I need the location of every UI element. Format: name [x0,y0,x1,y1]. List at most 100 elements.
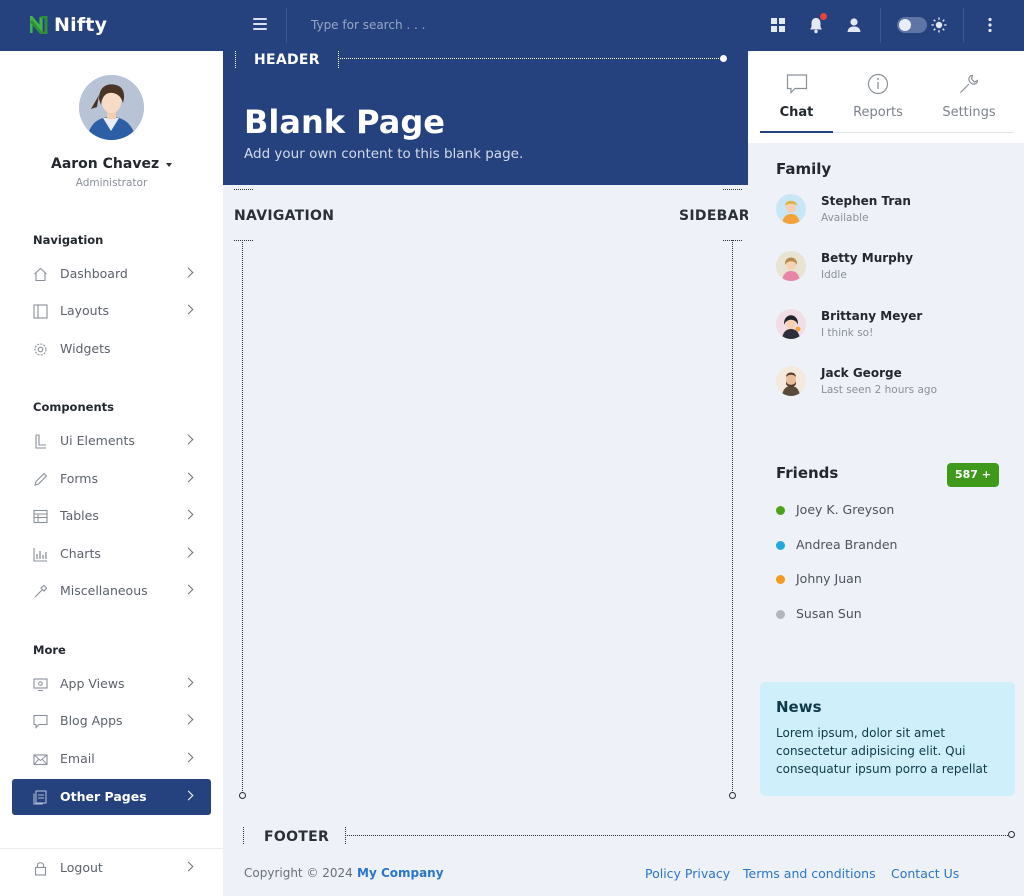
brand[interactable]: Nifty [30,14,107,36]
guide-line [243,827,244,844]
wrench-icon [960,74,979,93]
terms-link[interactable]: Terms and conditions [743,866,876,881]
user-name[interactable]: Aaron Chavez [51,156,159,172]
nav-section-title: More [33,643,66,657]
sidebar-item-miscellaneous[interactable]: Miscellaneous [12,573,211,609]
guide-line [340,58,721,59]
user-avatar-image [79,75,144,140]
sidebar-item-label: Blog Apps [60,713,123,728]
sidebar-item-ui-elements[interactable]: Ui Elements [12,423,211,459]
sidebar-item-dashboard[interactable]: Dashboard [12,256,211,292]
contact-status: Iddle [821,269,847,281]
contact-name: Stephen Tran [821,194,911,208]
guide-endpoint [729,792,736,799]
sidebar-item-label: Tables [60,508,99,523]
contact-us-link[interactable]: Contact Us [891,866,959,881]
sidebar-item-label: Dashboard [60,266,128,281]
notification-dot [820,13,827,20]
footer-region-label: FOOTER [264,829,330,845]
divider [880,8,881,43]
ui-elements-icon [35,434,46,449]
status-dot [776,610,785,619]
more-vertical-icon[interactable] [981,16,999,34]
tab-label: Settings [942,105,996,120]
guide-endpoint [720,55,727,62]
contact-name: Jack George [821,366,902,380]
chevron-right-icon [183,434,194,445]
menu-icon[interactable] [253,18,267,32]
friend-name: Andrea Branden [796,537,898,552]
chevron-right-icon [183,472,194,483]
chevron-right-icon [183,509,194,520]
contact-item[interactable]: Brittany Meyer I think so! [776,309,1006,353]
left-sidebar: Aaron Chavez Administrator Navigation Da… [0,51,223,896]
chevron-right-icon [183,861,194,872]
sidebar-item-charts[interactable]: Charts [12,536,211,572]
sidebar-item-label: Charts [60,546,101,561]
sidebar-item-blog-apps[interactable]: Blog Apps [12,703,211,739]
chat-icon [786,74,807,94]
header-region-label: HEADER [254,52,320,68]
top-bar: Nifty [0,0,1024,51]
sidebar-item-layouts[interactable]: Layouts [12,293,211,329]
sidebar-item-label: Email [60,751,95,766]
sidebar-item-other-pages[interactable]: Other Pages [12,779,211,815]
chevron-down-icon[interactable] [166,163,172,167]
sidebar-item-email[interactable]: Email [12,741,211,777]
sidebar-item-tables[interactable]: Tables [12,498,211,534]
page-header: Blank Page Add your own content to this … [223,51,748,185]
chevron-right-icon [183,267,194,278]
mail-icon [33,754,48,766]
pages-icon [33,790,47,805]
tab-settings[interactable]: Settings [934,51,1004,135]
notifications-button[interactable] [807,13,827,34]
policy-privacy-link[interactable]: Policy Privacy [645,866,730,881]
nav-section-title: Components [33,400,114,414]
chevron-right-icon [183,677,194,688]
divider [963,8,964,43]
nav-section-title: Navigation [33,233,104,247]
contact-status: Available [821,212,869,224]
divider [286,8,287,43]
page-title: Blank Page [244,103,445,141]
guide-line [235,51,236,68]
friend-name: Johny Juan [796,571,862,586]
page-subtitle: Add your own content to this blank page. [244,146,524,162]
widget-gear-icon [34,343,47,356]
tab-chat[interactable]: Chat [760,51,833,135]
contact-item[interactable]: Jack George Last seen 2 hours ago [776,366,1006,410]
sidebar-item-widgets[interactable]: Widgets [12,331,211,367]
friend-name: Susan Sun [796,606,862,621]
news-card: News Lorem ipsum, dolor sit amet consect… [760,682,1015,796]
sidebar-item-label: Forms [60,471,99,486]
company-link[interactable]: My Company [357,866,444,880]
guide-line [345,827,346,844]
friends-title: Friends [776,464,839,482]
chevron-right-icon [183,547,194,558]
contact-item[interactable]: Betty Murphy Iddle [776,251,1006,295]
contact-item[interactable]: Stephen Tran Available [776,194,1006,238]
nifty-logo-icon [30,16,48,34]
guide-line [347,835,1008,836]
search-input[interactable] [300,10,600,40]
theme-toggle[interactable] [897,17,927,33]
sidebar-item-app-views[interactable]: App Views [12,666,211,702]
sidebar-region-label: SIDEBAR [679,208,750,224]
divider [0,848,223,849]
active-tab-indicator [760,131,833,133]
contact-status: Last seen 2 hours ago [821,384,937,396]
tab-reports[interactable]: Reports [843,51,913,135]
avatar[interactable] [79,75,144,140]
guide-line [723,189,742,190]
friends-count-badge: 587 + [947,463,999,487]
grid-icon[interactable] [769,16,787,34]
copyright-text: Copyright © 2024 [244,866,353,880]
guide-line [242,240,243,793]
sidebar-item-forms[interactable]: Forms [12,461,211,497]
pencil-icon [34,472,48,486]
news-body: Lorem ipsum, dolor sit amet consectetur … [776,726,988,776]
user-icon[interactable] [845,16,863,34]
tab-label: Chat [779,105,814,120]
logout-button[interactable]: Logout [12,850,211,886]
sidebar-item-label: App Views [60,676,125,691]
